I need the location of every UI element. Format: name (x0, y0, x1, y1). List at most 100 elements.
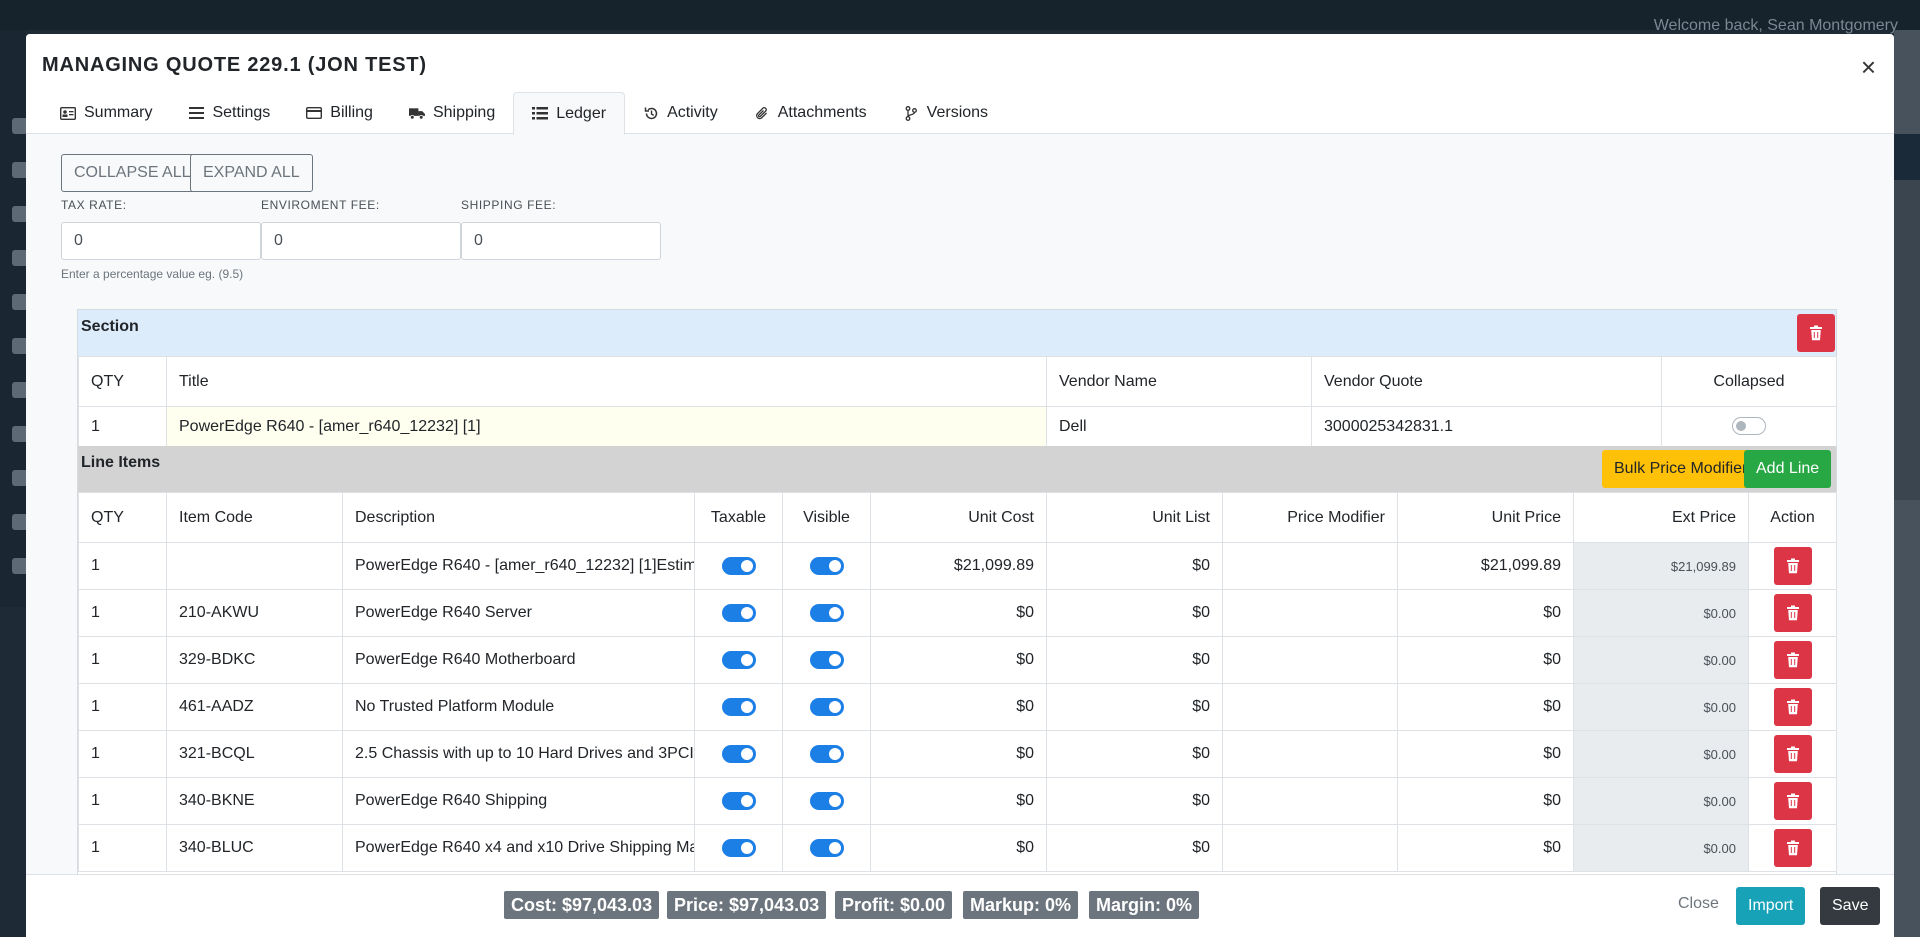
visible-toggle[interactable] (809, 791, 844, 810)
tab-settings[interactable]: Settings (170, 92, 288, 134)
line-unit-list[interactable]: $0 (1046, 589, 1223, 637)
line-price-modifier[interactable] (1222, 730, 1398, 778)
line-unit-price[interactable]: $0 (1397, 589, 1574, 637)
tab-shipping[interactable]: Shipping (391, 92, 513, 134)
visible-toggle[interactable] (809, 838, 844, 857)
line-unit-list[interactable]: $0 (1046, 542, 1223, 590)
line-price-modifier[interactable] (1222, 589, 1398, 637)
visible-toggle[interactable] (809, 697, 844, 716)
line-unit-price[interactable]: $0 (1397, 777, 1574, 825)
tab-attachments[interactable]: Attachments (736, 92, 885, 134)
table-row: 1 321-BCQL 2.5 Chassis with up to 10 Har… (78, 730, 1837, 778)
collapse-all-button[interactable]: COLLAPSE ALL (61, 154, 204, 192)
section-vendor-quote[interactable]: 3000025342831.1 (1311, 406, 1662, 447)
tab-ledger[interactable]: Ledger (513, 92, 626, 135)
taxable-toggle[interactable] (721, 697, 756, 716)
line-unit-cost[interactable]: $0 (870, 824, 1047, 872)
line-unit-list[interactable]: $0 (1046, 824, 1223, 872)
collapsed-toggle[interactable] (1732, 417, 1766, 436)
line-qty[interactable]: 1 (78, 542, 167, 590)
close-icon[interactable]: × (1861, 54, 1876, 80)
save-button[interactable]: Save (1820, 887, 1881, 925)
line-unit-price[interactable]: $0 (1397, 730, 1574, 778)
delete-line-button[interactable] (1773, 688, 1812, 726)
line-unit-list[interactable]: $0 (1046, 730, 1223, 778)
import-button[interactable]: Import (1736, 887, 1806, 925)
line-unit-cost[interactable]: $0 (870, 636, 1047, 684)
line-qty[interactable]: 1 (78, 824, 167, 872)
line-description[interactable]: PowerEdge R640 Server (342, 589, 695, 637)
line-unit-price[interactable]: $0 (1397, 683, 1574, 731)
line-item-code[interactable]: 340-BLUC (166, 824, 343, 872)
taxable-toggle[interactable] (721, 744, 756, 763)
visible-toggle[interactable] (809, 556, 844, 575)
tax-rate-input[interactable] (61, 222, 261, 260)
line-qty[interactable]: 1 (78, 730, 167, 778)
line-item-code[interactable] (166, 542, 343, 590)
environment-fee-input[interactable] (261, 222, 461, 260)
taxable-toggle[interactable] (721, 838, 756, 857)
visible-toggle[interactable] (809, 603, 844, 622)
close-button[interactable]: Close (1678, 895, 1719, 913)
visible-toggle[interactable] (809, 744, 844, 763)
line-description[interactable]: PowerEdge R640 - [amer_r640_12232] [1]Es… (342, 542, 695, 590)
delete-line-button[interactable] (1773, 782, 1812, 820)
line-item-code[interactable]: 210-AKWU (166, 589, 343, 637)
delete-section-button[interactable] (1797, 314, 1835, 352)
line-price-modifier[interactable] (1222, 636, 1398, 684)
tab-summary[interactable]: Summary (42, 92, 170, 134)
line-unit-price[interactable]: $0 (1397, 824, 1574, 872)
expand-all-button[interactable]: EXPAND ALL (190, 154, 313, 192)
tab-billing[interactable]: Billing (288, 92, 391, 134)
delete-line-button[interactable] (1773, 641, 1812, 679)
line-unit-cost[interactable]: $0 (870, 683, 1047, 731)
line-item-code[interactable]: 340-BKNE (166, 777, 343, 825)
line-description[interactable]: PowerEdge R640 Shipping (342, 777, 695, 825)
visible-toggle[interactable] (809, 650, 844, 669)
line-unit-cost[interactable]: $21,099.89 (870, 542, 1047, 590)
line-price-modifier[interactable] (1222, 824, 1398, 872)
line-description[interactable]: PowerEdge R640 Motherboard (342, 636, 695, 684)
line-description[interactable]: No Trusted Platform Module (342, 683, 695, 731)
line-unit-list[interactable]: $0 (1046, 636, 1223, 684)
shipping-fee-input[interactable] (461, 222, 661, 260)
line-unit-list[interactable]: $0 (1046, 683, 1223, 731)
delete-line-button[interactable] (1773, 547, 1812, 585)
line-price-modifier[interactable] (1222, 683, 1398, 731)
delete-line-button[interactable] (1773, 594, 1812, 632)
line-qty[interactable]: 1 (78, 777, 167, 825)
line-qty[interactable]: 1 (78, 636, 167, 684)
line-item-code[interactable]: 461-AADZ (166, 683, 343, 731)
bulk-price-modifier-button[interactable]: Bulk Price Modifier (1602, 450, 1760, 488)
line-unit-cost[interactable]: $0 (870, 589, 1047, 637)
tab-label: Attachments (777, 104, 867, 121)
line-unit-list[interactable]: $0 (1046, 777, 1223, 825)
line-unit-cost[interactable]: $0 (870, 730, 1047, 778)
line-item-code[interactable]: 321-BCQL (166, 730, 343, 778)
section-qty[interactable]: 1 (78, 406, 167, 447)
line-description[interactable]: 2.5 Chassis with up to 10 Hard Drives an… (342, 730, 695, 778)
taxable-toggle[interactable] (721, 650, 756, 669)
line-price-modifier[interactable] (1222, 542, 1398, 590)
table-row: 1 461-AADZ No Trusted Platform Module $0… (78, 683, 1837, 731)
tab-versions[interactable]: Versions (885, 92, 1006, 134)
table-row: 1 340-BLUC PowerEdge R640 x4 and x10 Dri… (78, 824, 1837, 872)
taxable-toggle[interactable] (721, 556, 756, 575)
taxable-toggle[interactable] (721, 791, 756, 810)
line-unit-price[interactable]: $0 (1397, 636, 1574, 684)
line-description[interactable]: PowerEdge R640 x4 and x10 Drive Shipping… (342, 824, 695, 872)
add-line-button[interactable]: Add Line (1744, 450, 1832, 488)
tab-activity[interactable]: Activity (625, 92, 736, 134)
line-qty[interactable]: 1 (78, 589, 167, 637)
section-vendor-name[interactable]: Dell (1046, 406, 1312, 447)
taxable-cell (694, 730, 783, 778)
line-qty[interactable]: 1 (78, 683, 167, 731)
delete-line-button[interactable] (1773, 735, 1812, 773)
line-price-modifier[interactable] (1222, 777, 1398, 825)
line-item-code[interactable]: 329-BDKC (166, 636, 343, 684)
line-unit-cost[interactable]: $0 (870, 777, 1047, 825)
line-unit-price[interactable]: $21,099.89 (1397, 542, 1574, 590)
taxable-toggle[interactable] (721, 603, 756, 622)
section-title-cell[interactable]: PowerEdge R640 - [amer_r640_12232] [1] (166, 406, 1047, 447)
delete-line-button[interactable] (1773, 829, 1812, 867)
